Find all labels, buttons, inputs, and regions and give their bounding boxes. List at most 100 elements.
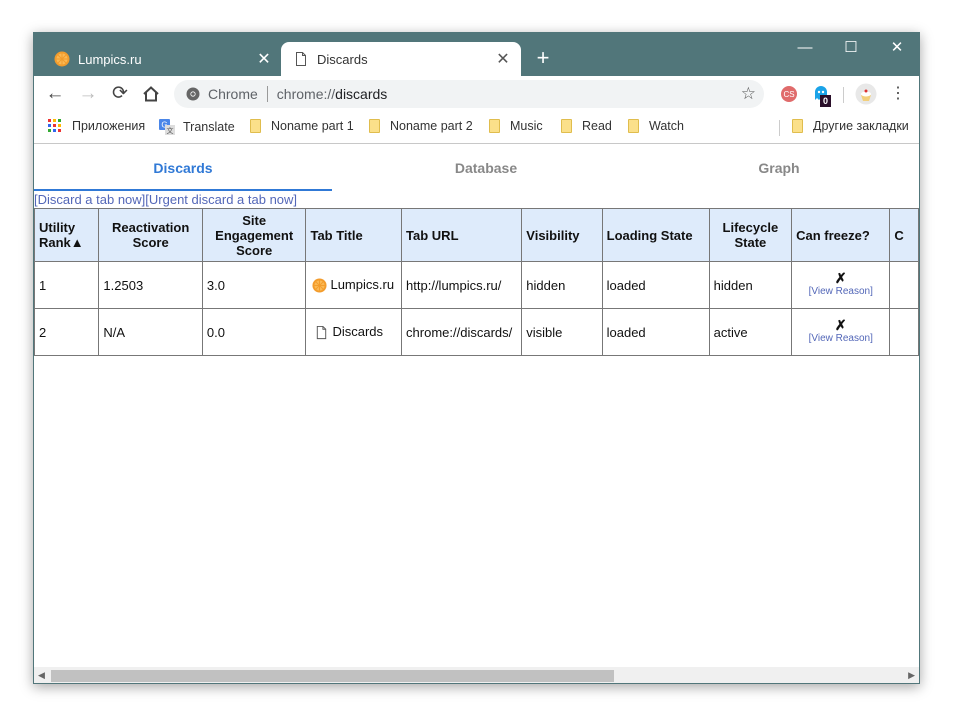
tab-discards[interactable]: Discards ✕ [281, 42, 521, 76]
close-window-button[interactable]: ✕ [874, 37, 919, 63]
header-tab-title[interactable]: Tab Title [305, 208, 403, 262]
svg-text:文: 文 [167, 126, 174, 135]
toolbar-divider [843, 87, 844, 103]
tab-lumpics[interactable]: Lumpics.ru ✕ [42, 42, 282, 76]
folder-icon [628, 119, 639, 133]
scheme-label: Chrome [208, 86, 258, 102]
apps-grid-icon [48, 119, 61, 132]
cell-truncated [889, 261, 919, 309]
view-reason-link[interactable]: [View Reason] [796, 285, 885, 298]
close-tab-icon[interactable]: ✕ [491, 49, 515, 69]
header-loading-state[interactable]: Loading State [601, 208, 710, 262]
orange-slice-icon [312, 278, 327, 293]
forward-icon[interactable]: → [76, 82, 100, 106]
bookmark-translate[interactable]: G文 Translate [159, 119, 235, 135]
bookmark-label: Noname part 2 [390, 119, 473, 133]
cell-url: http://lumpics.ru/ [401, 261, 523, 309]
horizontal-scrollbar[interactable]: ◀ ▶ [34, 667, 919, 683]
sort-ascending-icon: ▲ [70, 235, 84, 250]
home-icon[interactable] [139, 82, 163, 106]
cs-extension-icon[interactable]: CS [779, 84, 799, 104]
table-row: 2 N/A 0.0 Discards chrome://discards/ vi… [34, 308, 919, 356]
header-tab-url[interactable]: Tab URL [401, 208, 523, 262]
orange-slice-icon [54, 51, 70, 67]
tab-title: Lumpics.ru [78, 51, 142, 67]
header-visibility[interactable]: Visibility [521, 208, 603, 262]
header-truncated[interactable]: C [889, 208, 919, 262]
bookmark-folder[interactable]: Read [561, 119, 612, 133]
divider [266, 86, 268, 102]
new-tab-button[interactable]: + [532, 47, 554, 69]
folder-icon [561, 119, 572, 133]
cell-loading-state: loaded [601, 261, 710, 309]
ghostery-icon[interactable]: 0 [811, 84, 832, 107]
tab-title-text: Lumpics.ru [330, 276, 395, 292]
header-lifecycle-state[interactable]: Lifecycle State [708, 208, 793, 262]
cell-can-freeze: ✗ [View Reason] [791, 308, 891, 356]
view-reason-link[interactable]: [View Reason] [796, 332, 885, 345]
translate-icon: G文 [159, 119, 175, 135]
cell-lifecycle-state: hidden [708, 261, 793, 309]
chrome-icon [186, 87, 200, 101]
url-host: discards [335, 86, 388, 102]
cross-icon: ✗ [834, 317, 847, 333]
header-can-freeze[interactable]: Can freeze? [791, 208, 891, 262]
maximize-button[interactable]: ☐ [828, 37, 874, 63]
bookmark-folder[interactable]: Music [489, 119, 543, 133]
scrollbar-thumb[interactable] [51, 670, 614, 682]
scroll-left-icon[interactable]: ◀ [38, 670, 45, 681]
bookmark-label: Другие закладки [813, 119, 909, 133]
svg-text:CS: CS [783, 90, 794, 99]
cell-reactivation: 1.2503 [98, 261, 203, 309]
menu-icon[interactable]: ⋮ [886, 82, 910, 106]
header-utility-rank[interactable]: Utility Rank▲ [34, 208, 100, 262]
close-tab-icon[interactable]: ✕ [252, 49, 276, 69]
cell-rank: 1 [34, 261, 100, 309]
cell-lifecycle-state: active [708, 308, 793, 356]
selected-tab-indicator [34, 189, 332, 191]
cell-engagement: 0.0 [201, 308, 307, 356]
page-icon [317, 325, 327, 340]
minimize-button[interactable]: — [782, 37, 828, 63]
folder-icon [489, 119, 500, 133]
bookmark-star-icon[interactable]: ☆ [741, 84, 756, 104]
scroll-right-icon[interactable]: ▶ [908, 670, 915, 681]
address-bar[interactable]: Chrome chrome://discards ☆ [174, 80, 764, 108]
discard-actions: [Discard a tab now][Urgent discard a tab… [34, 192, 297, 207]
bookmark-other[interactable]: Другие закладки [792, 119, 909, 133]
folder-icon [369, 119, 380, 133]
bookmark-apps[interactable]: Приложения [48, 119, 145, 133]
bookmark-label: Watch [649, 119, 684, 133]
folder-icon [250, 119, 261, 133]
cell-engagement: 3.0 [201, 261, 307, 309]
header-site-engagement-score[interactable]: Site Engagement Score [201, 208, 307, 262]
cell-title: Lumpics.ru [305, 261, 403, 309]
url-prefix: chrome:// [276, 86, 336, 102]
bookmark-folder[interactable]: Noname part 2 [369, 119, 473, 133]
header-label: Utility Rank [39, 220, 76, 250]
table-row: 1 1.2503 3.0 Lumpics.ru http://lumpics.r… [34, 261, 919, 309]
folder-icon [792, 119, 803, 133]
nav-tab-database[interactable]: Database [337, 144, 635, 192]
table-header-row: Utility Rank▲ Reactivation Score Site En… [34, 208, 919, 262]
title-bar: Lumpics.ru ✕ Discards ✕ + — ☐ ✕ [34, 33, 919, 76]
browser-window: Lumpics.ru ✕ Discards ✕ + — ☐ ✕ ← → ⟳ Ch… [33, 32, 920, 684]
bookmark-folder[interactable]: Noname part 1 [250, 119, 354, 133]
cross-icon: ✗ [834, 270, 847, 286]
bookmark-label: Translate [183, 120, 235, 134]
cell-url: chrome://discards/ [401, 308, 523, 356]
cell-title: Discards [305, 308, 403, 356]
back-icon[interactable]: ← [43, 82, 67, 106]
discard-tab-link[interactable]: [Discard a tab now] [34, 192, 145, 207]
bookmark-folder[interactable]: Watch [628, 119, 684, 133]
reload-icon[interactable]: ⟳ [108, 82, 132, 106]
cell-truncated [889, 308, 919, 356]
cell-reactivation: N/A [98, 308, 203, 356]
nav-tab-discards[interactable]: Discards [34, 144, 332, 192]
bookmark-label: Приложения [72, 119, 146, 133]
toolbar: ← → ⟳ Chrome chrome://discards ☆ CS 0 ⋮ [34, 76, 919, 112]
header-reactivation-score[interactable]: Reactivation Score [98, 208, 203, 262]
urgent-discard-tab-link[interactable]: [Urgent discard a tab now] [145, 192, 297, 207]
nav-tab-graph[interactable]: Graph [630, 144, 919, 192]
profile-avatar[interactable] [855, 83, 877, 105]
